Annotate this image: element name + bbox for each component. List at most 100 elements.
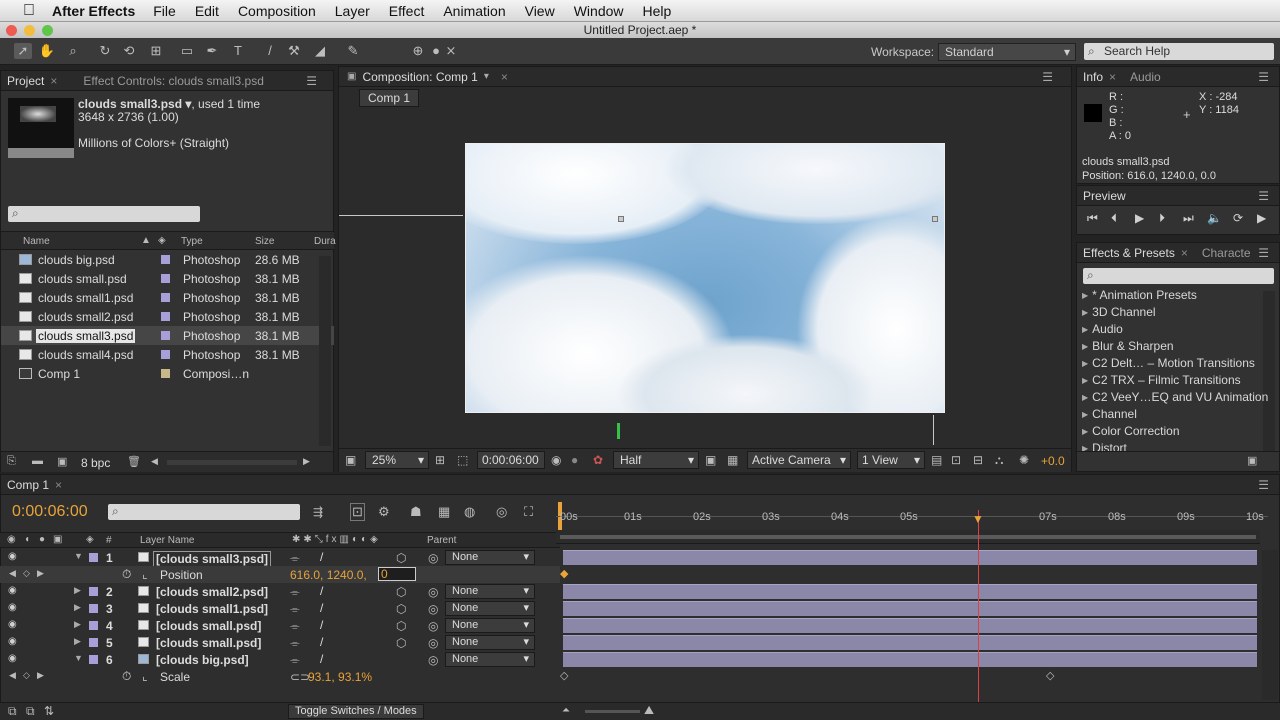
comp-mini-flowchart-icon[interactable]: ⇶ <box>313 505 323 519</box>
modes-icon[interactable]: ⧉ <box>26 704 35 719</box>
close-window-button[interactable] <box>6 25 17 36</box>
effect-category[interactable]: C2 VeeY…EQ and VU Animation <box>1082 390 1268 407</box>
menu-file[interactable]: File <box>153 3 176 19</box>
parent-select[interactable]: None <box>445 550 535 565</box>
label-column-icon[interactable]: ◈ <box>158 235 166 246</box>
brainstorm-icon[interactable]: ◎ <box>496 504 507 520</box>
quality-switch-icon[interactable]: / <box>320 601 323 615</box>
horizontal-scrollbar[interactable] <box>167 460 297 465</box>
effect-category[interactable]: C2 Delt… – Motion Transitions <box>1082 356 1255 373</box>
eye-icon[interactable]: ◉ <box>8 636 17 647</box>
tab-preview[interactable]: Preview <box>1077 189 1132 203</box>
layer-bar[interactable] <box>563 550 1257 565</box>
camera-select[interactable]: Active Camera ▾ <box>747 451 851 469</box>
label-swatch[interactable] <box>161 350 170 359</box>
fast-draft-icon[interactable]: ⊡ <box>951 453 961 467</box>
effect-category[interactable]: * Animation Presets <box>1082 288 1197 305</box>
quality-switch-icon[interactable]: / <box>320 550 323 564</box>
parent-select[interactable]: None <box>445 635 535 650</box>
label-swatch[interactable] <box>89 621 98 630</box>
last-frame-icon[interactable]: ⏭ <box>1183 211 1194 226</box>
twirl-closed-icon[interactable]: ▶ <box>74 585 81 596</box>
previous-keyframe-icon[interactable]: ◀ <box>9 670 16 681</box>
label-swatch[interactable] <box>161 255 170 264</box>
video-switch-icon[interactable]: ◉ <box>7 534 16 545</box>
layer-name[interactable]: [clouds small.psd] <box>156 636 261 650</box>
interpret-footage-icon[interactable]: ⎘ <box>7 455 16 468</box>
view-layout-select[interactable]: 1 View ▾ <box>857 451 925 469</box>
list-item[interactable]: Comp 1 Composi…n <box>1 364 334 383</box>
next-keyframe-icon[interactable]: ▶ <box>37 670 44 681</box>
menu-window[interactable]: Window <box>574 3 624 19</box>
draft-3d-icon[interactable]: ⚙ <box>378 504 390 520</box>
stopwatch-icon[interactable]: ⏱ <box>122 669 131 684</box>
shy-switch-icon[interactable]: ⌯ <box>290 551 300 566</box>
effects-search-input[interactable]: ⌕ <box>1083 268 1274 284</box>
work-area-bar[interactable] <box>556 530 1260 544</box>
new-preset-icon[interactable]: ▣ <box>1247 454 1257 467</box>
next-frame-icon[interactable]: ⏵ <box>1159 211 1165 226</box>
position-value[interactable]: 616.0, 1240.0, <box>290 568 367 582</box>
motion-blur-icon[interactable]: ◍ <box>464 504 475 520</box>
previous-keyframe-icon[interactable]: ◀ <box>9 568 16 579</box>
camera-tool-icon[interactable]: ⟲ <box>120 43 138 59</box>
list-item[interactable]: clouds big.psd Photoshop 28.6 MB <box>1 250 334 269</box>
eye-icon[interactable]: ◉ <box>8 602 17 613</box>
puppet-tool-icon[interactable]: ✎ <box>344 43 362 59</box>
close-icon[interactable]: × <box>1109 70 1116 84</box>
menu-edit[interactable]: Edit <box>195 3 219 19</box>
layer-name[interactable]: [clouds big.psd] <box>156 653 249 667</box>
effect-category[interactable]: C2 TRX – Filmic Transitions <box>1082 373 1240 390</box>
effect-category[interactable]: Channel <box>1082 407 1137 424</box>
layer-switches-icon[interactable]: ⧉ <box>8 704 17 719</box>
property-row-position[interactable]: ◀ ◇ ▶ ⏱ ⌞ Position 616.0, 1240.0, 0 <box>0 566 560 583</box>
effect-category[interactable]: Audio <box>1082 322 1123 339</box>
region-of-interest-icon[interactable]: ⬚ <box>457 453 468 467</box>
rectangle-tool-icon[interactable]: ▭ <box>178 43 196 59</box>
keyframe-icon[interactable]: ◇ <box>1046 669 1054 682</box>
brush-tool-icon[interactable]: / <box>261 43 279 59</box>
workspace-select[interactable]: Standard ▾ <box>938 43 1076 61</box>
scroll-right-icon[interactable]: ▶ <box>303 456 310 467</box>
tab-effects-presets[interactable]: Effects & Presets <box>1077 246 1181 260</box>
hand-tool-icon[interactable]: ✋ <box>38 43 56 59</box>
label-column-icon[interactable]: ◈ <box>86 534 94 545</box>
layer-row[interactable]: ◉ ▶ 2 [clouds small2.psd] ⌯ / ⬡ ◎ None <box>0 583 560 600</box>
resolution-select[interactable]: Half ▾ <box>613 451 699 469</box>
tab-audio[interactable]: Audio <box>1124 70 1167 84</box>
layer-name[interactable]: [clouds small1.psd] <box>156 602 268 616</box>
label-swatch[interactable] <box>161 369 170 378</box>
parent-select[interactable]: None <box>445 652 535 667</box>
3d-layer-icon[interactable]: ⬡ <box>396 619 406 633</box>
effects-scrollbar[interactable] <box>1263 291 1275 451</box>
label-swatch[interactable] <box>161 293 170 302</box>
timeline-scrollbar[interactable] <box>1262 550 1278 700</box>
clone-stamp-tool-icon[interactable]: ⚒ <box>285 43 303 59</box>
label-swatch[interactable] <box>89 587 98 596</box>
zoom-tool-icon[interactable]: ⌕ <box>64 43 82 59</box>
stopwatch-icon[interactable]: ⏱ <box>122 567 131 582</box>
layer-bar[interactable] <box>563 601 1257 616</box>
layer-row[interactable]: ◉ ▶ 3 [clouds small1.psd] ⌯ / ⬡ ◎ None <box>0 600 560 617</box>
tab-comp-timeline[interactable]: Comp 1 <box>1 478 55 492</box>
effect-category[interactable]: Blur & Sharpen <box>1082 339 1173 356</box>
comp-subtab[interactable]: Comp 1 <box>359 89 420 107</box>
panel-menu-icon[interactable]: ☰ <box>306 74 317 88</box>
show-snapshot-icon[interactable]: ● <box>571 453 578 467</box>
quality-switch-icon[interactable]: / <box>320 618 323 632</box>
add-keyframe-icon[interactable]: ◇ <box>23 670 30 681</box>
layer-handle[interactable] <box>618 216 624 222</box>
safe-zones-icon[interactable]: ⊞ <box>435 453 445 467</box>
menu-help[interactable]: Help <box>643 3 672 19</box>
scale-value[interactable]: 93.1, 93.1% <box>308 670 372 684</box>
shy-switch-icon[interactable]: ⌯ <box>290 653 300 668</box>
keyframe-icon[interactable]: ◆ <box>560 567 568 580</box>
effect-category[interactable]: Color Correction <box>1082 424 1179 441</box>
quality-switch-icon[interactable]: / <box>320 584 323 598</box>
apple-icon[interactable]:  <box>20 2 38 20</box>
menu-layer[interactable]: Layer <box>335 3 370 19</box>
play-icon[interactable]: ▶ <box>1135 211 1144 225</box>
twirl-closed-icon[interactable]: ▶ <box>74 602 81 613</box>
pen-tool-icon[interactable]: ✒ <box>203 43 221 59</box>
new-comp-icon[interactable]: ▣ <box>57 455 67 468</box>
